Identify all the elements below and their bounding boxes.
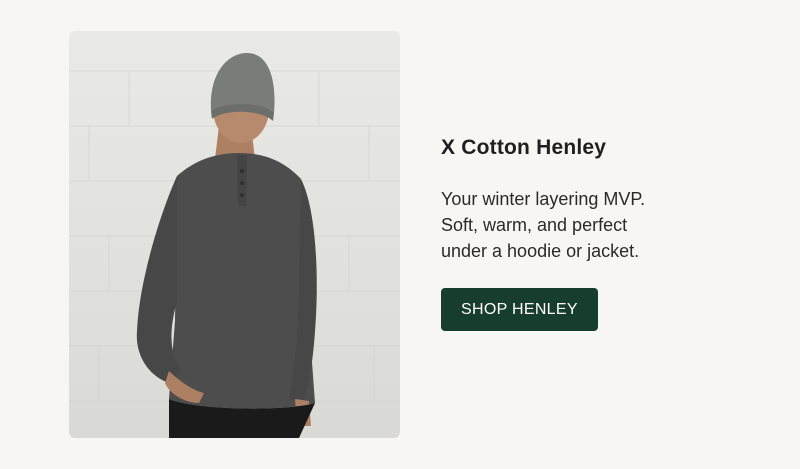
description-line: Soft, warm, and perfect xyxy=(441,215,628,235)
henley-promo: X Cotton Henley Your winter layering MVP… xyxy=(0,0,800,469)
description-line: under a hoodie or jacket. xyxy=(441,241,640,261)
product-title: X Cotton Henley xyxy=(441,136,607,159)
model-illustration xyxy=(69,53,400,438)
product-copy: X Cotton Henley Your winter layering MVP… xyxy=(441,132,761,331)
product-description: Your winter layering MVP. Soft, warm, an… xyxy=(441,186,761,264)
description-line: Your winter layering MVP. xyxy=(441,189,646,209)
product-photo[interactable] xyxy=(69,31,400,438)
shop-henley-button[interactable]: SHOP HENLEY xyxy=(441,288,598,331)
